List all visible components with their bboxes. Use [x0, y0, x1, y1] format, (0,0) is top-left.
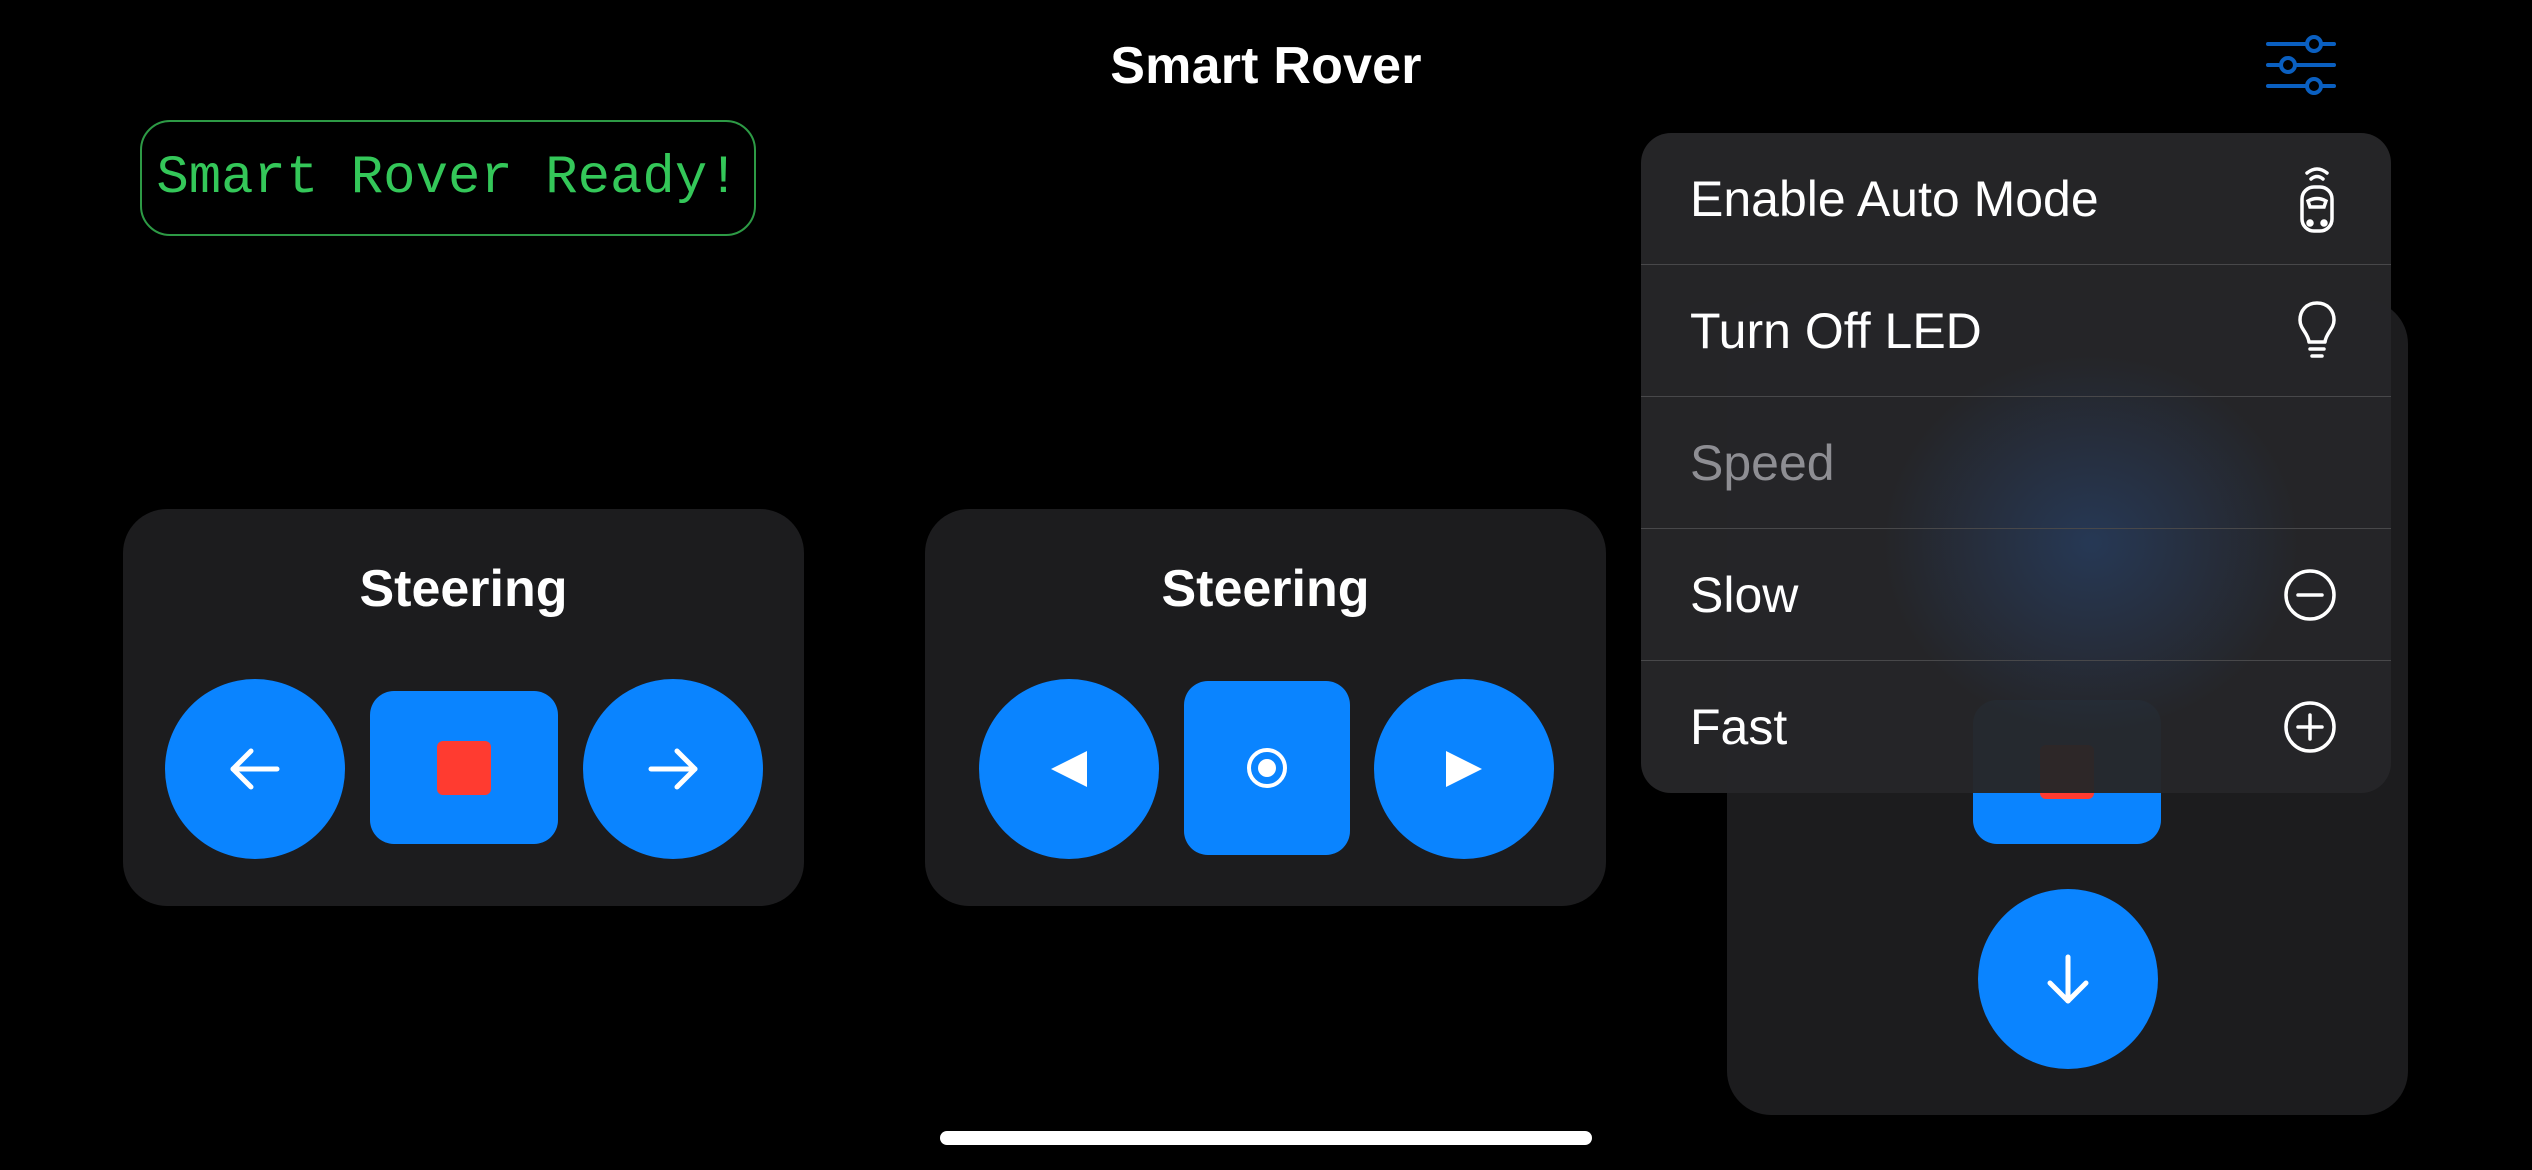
car-wireless-icon — [2300, 166, 2334, 233]
lightbulb-icon — [2298, 300, 2336, 358]
arrow-left-icon — [230, 748, 280, 790]
arrow-down-icon — [2047, 954, 2089, 1004]
card-title: Steering — [1161, 560, 1370, 618]
arrow-right-icon — [648, 748, 698, 790]
menu-section-label: Speed — [1690, 434, 1835, 491]
steer-right-button[interactable] — [583, 679, 763, 859]
menu-item-label: Turn Off LED — [1690, 302, 1982, 359]
menu-item-turn-off-led[interactable]: Turn Off LED — [1641, 265, 2391, 397]
plus-circle-icon — [2284, 701, 2336, 753]
settings-menu: Enable Auto Mode Turn Off LED Speed Slow… — [1641, 133, 2391, 793]
center-button[interactable] — [1184, 681, 1350, 855]
minus-circle-icon — [2284, 568, 2336, 621]
steer-left-button[interactable] — [979, 679, 1159, 859]
status-message: Smart Rover Ready! — [140, 120, 756, 236]
menu-item-label: Slow — [1690, 566, 1799, 623]
drive-backward-button[interactable] — [1978, 889, 2158, 1069]
menu-item-slow[interactable]: Slow — [1641, 529, 2391, 661]
triangle-left-icon — [1051, 751, 1087, 787]
card-title: Steering — [359, 560, 568, 618]
settings-button[interactable] — [2264, 34, 2338, 96]
steering-card-arrows: Steering — [123, 509, 804, 906]
steer-left-button[interactable] — [165, 679, 345, 859]
menu-item-fast[interactable]: Fast — [1641, 661, 2391, 793]
steer-right-button[interactable] — [1374, 679, 1554, 859]
page-title: Smart Rover — [1110, 37, 1422, 95]
stop-square-icon — [437, 740, 491, 795]
menu-section-speed: Speed — [1641, 397, 2391, 529]
record-circle-icon — [1247, 748, 1287, 788]
menu-item-label: Enable Auto Mode — [1690, 170, 2099, 227]
menu-item-label: Fast — [1690, 699, 1788, 755]
triangle-right-icon — [1446, 751, 1482, 787]
stop-button[interactable] — [370, 691, 558, 844]
home-indicator[interactable] — [940, 1131, 1592, 1145]
sliders-icon — [2266, 35, 2336, 95]
menu-item-enable-auto-mode[interactable]: Enable Auto Mode — [1641, 133, 2391, 265]
steering-card-triangles: Steering — [925, 509, 1606, 906]
